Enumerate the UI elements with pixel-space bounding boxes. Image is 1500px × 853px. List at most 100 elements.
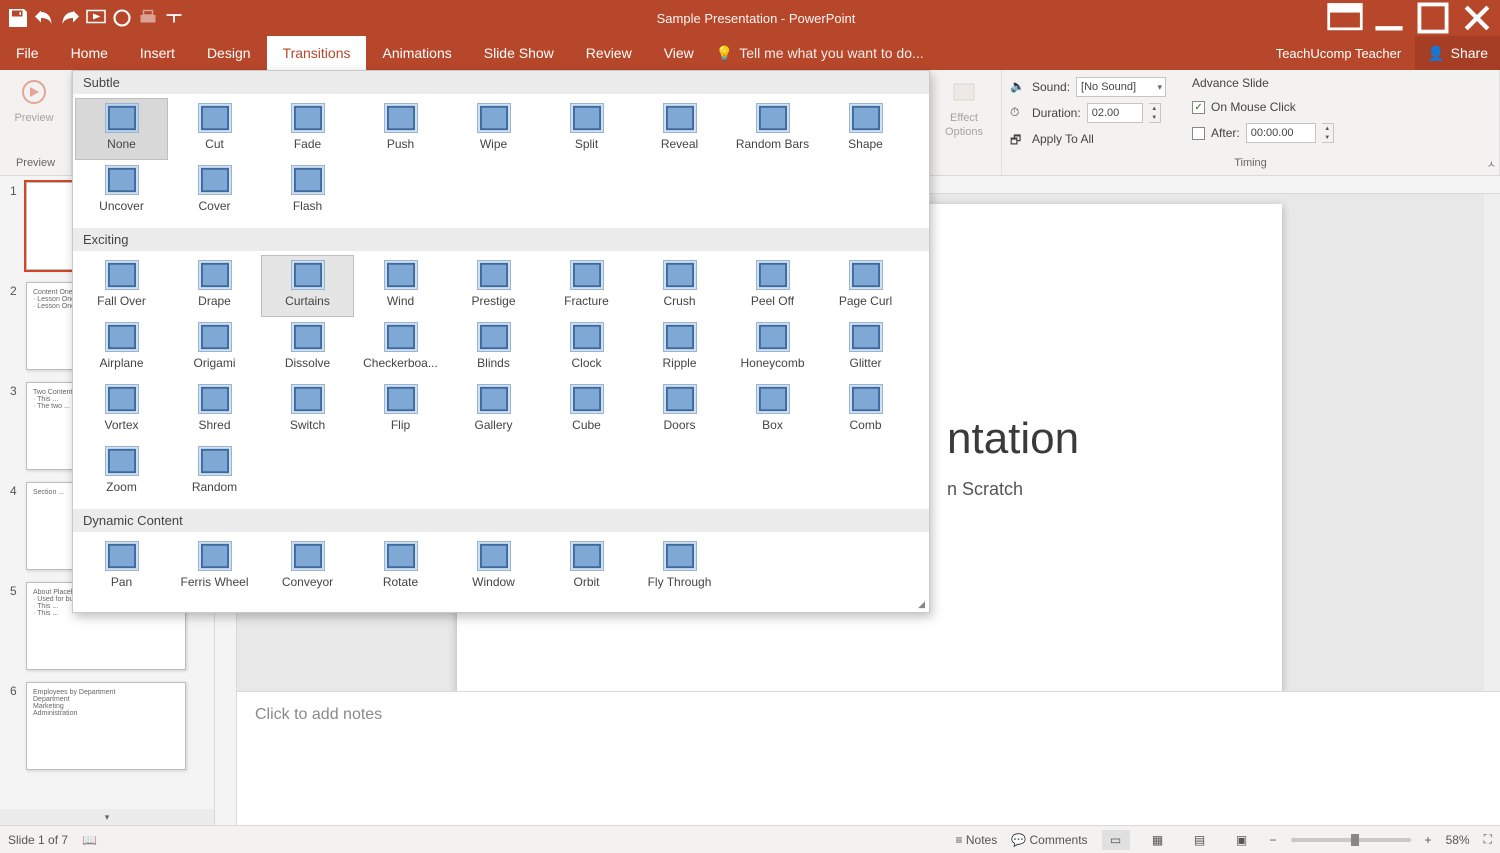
transition-doors[interactable]: Doors — [633, 379, 726, 441]
tab-home[interactable]: Home — [55, 36, 124, 70]
collapse-ribbon-icon[interactable]: ㅅ — [1487, 156, 1496, 171]
transition-cover[interactable]: Cover — [168, 160, 261, 222]
transition-push[interactable]: Push — [354, 98, 447, 160]
transition-airplane[interactable]: Airplane — [75, 317, 168, 379]
touch-mode-icon[interactable] — [110, 6, 134, 30]
transition-crush[interactable]: Crush — [633, 255, 726, 317]
zoom-out-button[interactable]: − — [1270, 833, 1277, 847]
transition-drape[interactable]: Drape — [168, 255, 261, 317]
transition-fade[interactable]: Fade — [261, 98, 354, 160]
transition-flash[interactable]: Flash — [261, 160, 354, 222]
notes-pane[interactable]: Click to add notes — [237, 691, 1500, 825]
transition-wind[interactable]: Wind — [354, 255, 447, 317]
fit-to-window-icon[interactable]: ⛶ — [1484, 832, 1492, 847]
share-icon: 👤 — [1427, 45, 1444, 62]
gallery-resize-handle[interactable]: ◢ — [918, 599, 925, 610]
slide-thumb-6[interactable]: 6Employees by Department Department Mark… — [0, 676, 214, 776]
transition-random-bars[interactable]: Random Bars — [726, 98, 819, 160]
transition-shred[interactable]: Shred — [168, 379, 261, 441]
zoom-in-button[interactable]: + — [1425, 833, 1432, 847]
qat-more-icon[interactable] — [162, 6, 186, 30]
normal-view-icon[interactable]: ▭ — [1102, 830, 1130, 850]
tab-view[interactable]: View — [648, 36, 710, 70]
transition-checkerboa-[interactable]: Checkerboa... — [354, 317, 447, 379]
tab-insert[interactable]: Insert — [124, 36, 191, 70]
transition-dissolve[interactable]: Dissolve — [261, 317, 354, 379]
transition-origami[interactable]: Origami — [168, 317, 261, 379]
sound-dropdown[interactable]: [No Sound] — [1076, 77, 1166, 97]
transition-split[interactable]: Split — [540, 98, 633, 160]
transition-shape[interactable]: Shape — [819, 98, 912, 160]
transition-orbit[interactable]: Orbit — [540, 536, 633, 598]
slideshow-view-icon[interactable]: ▣ — [1228, 830, 1256, 850]
transition-rotate[interactable]: Rotate — [354, 536, 447, 598]
minimize-icon[interactable] — [1370, 3, 1408, 33]
tell-me[interactable]: 💡 Tell me what you want to do... — [716, 36, 924, 70]
notes-toggle[interactable]: ≡ Notes — [956, 833, 998, 847]
account-name[interactable]: TeachUcomp Teacher — [1262, 36, 1416, 70]
duration-input[interactable]: 02.00 — [1087, 103, 1143, 123]
share-button[interactable]: 👤 Share — [1415, 36, 1500, 70]
transition-page-curl[interactable]: Page Curl — [819, 255, 912, 317]
transition-zoom[interactable]: Zoom — [75, 441, 168, 503]
transition-peel-off[interactable]: Peel Off — [726, 255, 819, 317]
tab-review[interactable]: Review — [570, 36, 648, 70]
spellcheck-icon[interactable]: 📖 — [82, 833, 97, 847]
redo-icon[interactable] — [58, 6, 82, 30]
tab-file[interactable]: File — [0, 36, 55, 70]
after-checkbox[interactable] — [1192, 127, 1205, 140]
apply-all-row[interactable]: 🗗 Apply To All — [1010, 128, 1166, 150]
transition-wipe[interactable]: Wipe — [447, 98, 540, 160]
transition-clock[interactable]: Clock — [540, 317, 633, 379]
ribbon-display-icon[interactable] — [1326, 3, 1364, 33]
transition-glitter[interactable]: Glitter — [819, 317, 912, 379]
thumbs-scroll-down[interactable]: ▾ — [0, 809, 214, 825]
transition-curtains[interactable]: Curtains — [261, 255, 354, 317]
after-spinner[interactable]: ▲▼ — [1322, 123, 1334, 143]
transition-ripple[interactable]: Ripple — [633, 317, 726, 379]
transition-box[interactable]: Box — [726, 379, 819, 441]
transition-fly-through[interactable]: Fly Through — [633, 536, 726, 598]
print-icon[interactable] — [136, 6, 160, 30]
save-icon[interactable] — [6, 6, 30, 30]
transition-prestige[interactable]: Prestige — [447, 255, 540, 317]
duration-spinner[interactable]: ▲▼ — [1149, 103, 1161, 123]
transition-window[interactable]: Window — [447, 536, 540, 598]
transition-gallery[interactable]: Gallery — [447, 379, 540, 441]
zoom-slider[interactable] — [1291, 838, 1411, 842]
transition-none[interactable]: None — [75, 98, 168, 160]
undo-icon[interactable] — [32, 6, 56, 30]
transition-blinds[interactable]: Blinds — [447, 317, 540, 379]
after-input[interactable]: 00:00.00 — [1246, 123, 1316, 143]
transition-cube[interactable]: Cube — [540, 379, 633, 441]
tab-transitions[interactable]: Transitions — [267, 36, 367, 70]
tab-animations[interactable]: Animations — [366, 36, 467, 70]
transition-ferris-wheel[interactable]: Ferris Wheel — [168, 536, 261, 598]
transition-conveyor[interactable]: Conveyor — [261, 536, 354, 598]
transition-honeycomb[interactable]: Honeycomb — [726, 317, 819, 379]
transition-label: Fly Through — [648, 575, 712, 589]
transition-fall-over[interactable]: Fall Over — [75, 255, 168, 317]
comments-toggle[interactable]: 💬 Comments — [1011, 833, 1087, 847]
tab-slideshow[interactable]: Slide Show — [468, 36, 570, 70]
transition-uncover[interactable]: Uncover — [75, 160, 168, 222]
sorter-view-icon[interactable]: ▦ — [1144, 830, 1172, 850]
transition-reveal[interactable]: Reveal — [633, 98, 726, 160]
transition-cut[interactable]: Cut — [168, 98, 261, 160]
transition-pan[interactable]: Pan — [75, 536, 168, 598]
transition-random[interactable]: Random — [168, 441, 261, 503]
transition-vortex[interactable]: Vortex — [75, 379, 168, 441]
transition-flip[interactable]: Flip — [354, 379, 447, 441]
maximize-icon[interactable] — [1414, 3, 1452, 33]
tab-design[interactable]: Design — [191, 36, 267, 70]
close-icon[interactable] — [1458, 3, 1496, 33]
transition-comb[interactable]: Comb — [819, 379, 912, 441]
editor-scrollbar[interactable] — [1484, 194, 1500, 691]
start-slideshow-icon[interactable] — [84, 6, 108, 30]
reading-view-icon[interactable]: ▤ — [1186, 830, 1214, 850]
on-click-checkbox[interactable]: ✓ — [1192, 101, 1205, 114]
effect-options-button[interactable]: Effect Options — [938, 74, 990, 138]
preview-button[interactable]: Preview — [8, 74, 60, 124]
transition-fracture[interactable]: Fracture — [540, 255, 633, 317]
transition-switch[interactable]: Switch — [261, 379, 354, 441]
